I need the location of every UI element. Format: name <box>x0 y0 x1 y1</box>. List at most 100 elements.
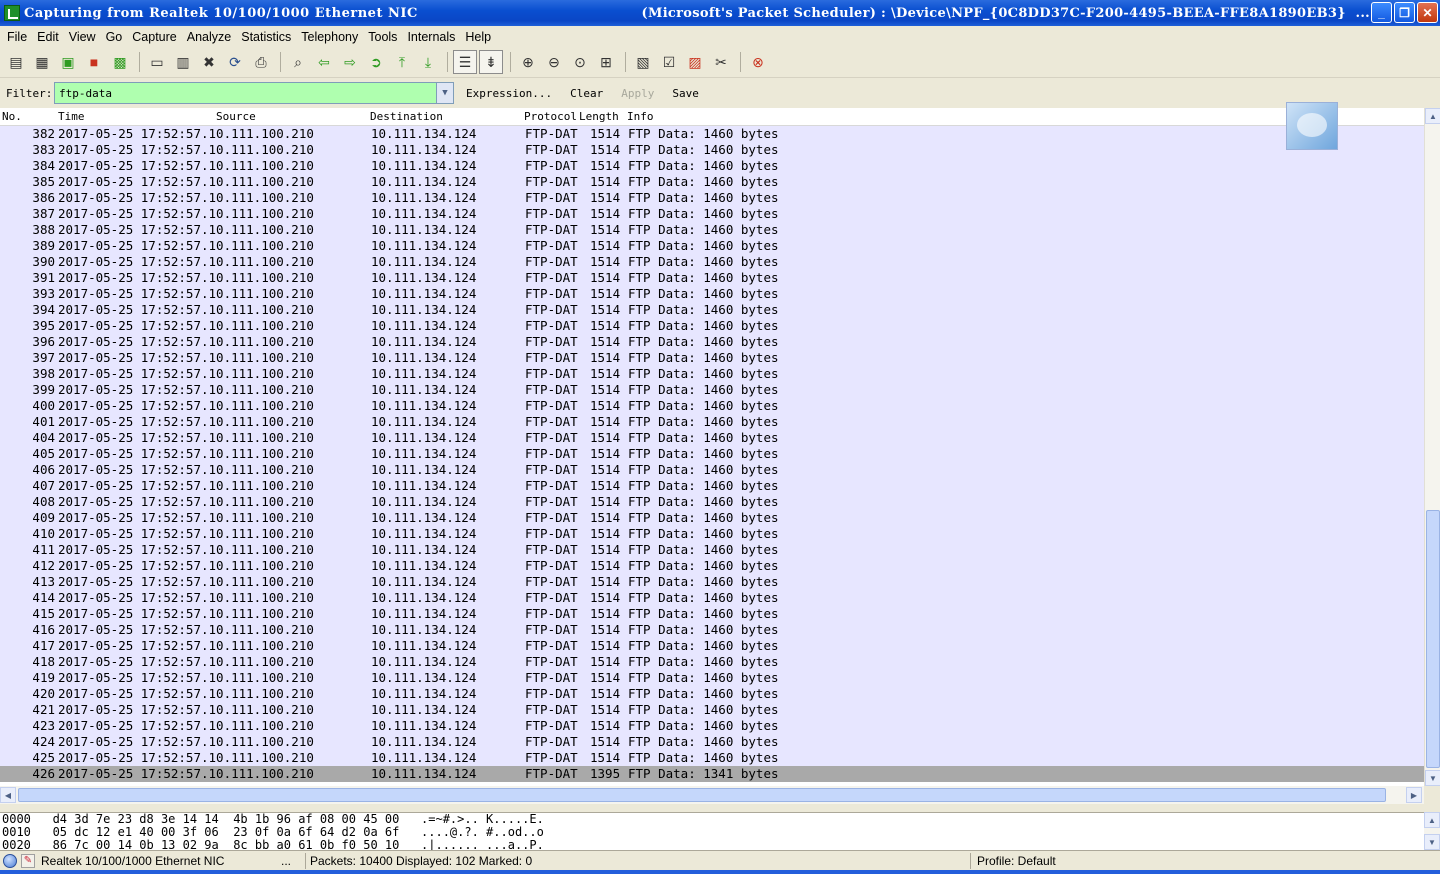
packet-row[interactable]: 406 2017-05-25 17:52:57.10.111.100.210 10.… <box>0 462 1424 478</box>
packet-row[interactable]: 385 2017-05-25 17:52:57.10.111.100.210 10.… <box>0 174 1424 190</box>
packet-row[interactable]: 390 2017-05-25 17:52:57.10.111.100.210 10.… <box>0 254 1424 270</box>
go-back-icon[interactable]: ⇦ <box>312 50 336 74</box>
colorize-icon[interactable]: ☰ <box>453 50 477 74</box>
packet-row[interactable]: 388 2017-05-25 17:52:57.10.111.100.210 10.… <box>0 222 1424 238</box>
packet-row[interactable]: 414 2017-05-25 17:52:57.10.111.100.210 10.… <box>0 590 1424 606</box>
menu-internals[interactable]: Internals <box>402 30 460 44</box>
packet-row[interactable]: 386 2017-05-25 17:52:57.10.111.100.210 10.… <box>0 190 1424 206</box>
packet-row[interactable]: 401 2017-05-25 17:52:57.10.111.100.210 10.… <box>0 414 1424 430</box>
packet-row[interactable]: 417 2017-05-25 17:52:57.10.111.100.210 10.… <box>0 638 1424 654</box>
packet-row[interactable]: 423 2017-05-25 17:52:57.10.111.100.210 10.… <box>0 718 1424 734</box>
column-header-destination[interactable]: Destination <box>370 110 524 123</box>
go-to-packet-icon[interactable]: ➲ <box>364 50 388 74</box>
packet-row[interactable]: 384 2017-05-25 17:52:57.10.111.100.210 10.… <box>0 158 1424 174</box>
packet-row[interactable]: 398 2017-05-25 17:52:57.10.111.100.210 10.… <box>0 366 1424 382</box>
minimize-button[interactable]: _ <box>1371 2 1392 23</box>
packet-row[interactable]: 405 2017-05-25 17:52:57.10.111.100.210 10.… <box>0 446 1424 462</box>
column-header-length[interactable]: Length <box>579 110 627 123</box>
packet-row[interactable]: 412 2017-05-25 17:52:57.10.111.100.210 10.… <box>0 558 1424 574</box>
zoom-in-icon[interactable]: ⊕ <box>516 50 540 74</box>
packet-row[interactable]: 416 2017-05-25 17:52:57.10.111.100.210 10.… <box>0 622 1424 638</box>
go-first-packet-icon[interactable]: ⤒ <box>390 50 414 74</box>
menu-go[interactable]: Go <box>101 30 128 44</box>
print-icon[interactable]: ⎙ <box>249 50 273 74</box>
packet-row[interactable]: 421 2017-05-25 17:52:57.10.111.100.210 10.… <box>0 702 1424 718</box>
display-filter-value[interactable]: ftp-data <box>59 87 112 100</box>
packet-row[interactable]: 400 2017-05-25 17:52:57.10.111.100.210 10.… <box>0 398 1424 414</box>
capture-filters-icon[interactable]: ▧ <box>631 50 655 74</box>
packet-row[interactable]: 396 2017-05-25 17:52:57.10.111.100.210 10.… <box>0 334 1424 350</box>
column-header-info[interactable]: Info <box>627 110 927 123</box>
coloring-rules-icon[interactable]: ▨ <box>683 50 707 74</box>
packet-row[interactable]: 426 2017-05-25 17:52:57.10.111.100.210 10.… <box>0 766 1424 782</box>
packet-row[interactable]: 382 2017-05-25 17:52:57.10.111.100.210 10.… <box>0 126 1424 142</box>
menu-capture[interactable]: Capture <box>127 30 181 44</box>
stop-capture-icon[interactable]: ■ <box>82 50 106 74</box>
packet-row[interactable]: 420 2017-05-25 17:52:57.10.111.100.210 10.… <box>0 686 1424 702</box>
packet-row[interactable]: 399 2017-05-25 17:52:57.10.111.100.210 10.… <box>0 382 1424 398</box>
scroll-left-arrow-icon[interactable]: ◀ <box>0 787 16 803</box>
find-packet-icon[interactable]: ⌕ <box>286 50 310 74</box>
reload-icon[interactable]: ⟳ <box>223 50 247 74</box>
help-icon[interactable]: ⊗ <box>746 50 770 74</box>
packet-row[interactable]: 383 2017-05-25 17:52:57.10.111.100.210 10.… <box>0 142 1424 158</box>
close-file-icon[interactable]: ✖ <box>197 50 221 74</box>
packet-row[interactable]: 418 2017-05-25 17:52:57.10.111.100.210 10.… <box>0 654 1424 670</box>
close-button[interactable]: ✕ <box>1417 2 1438 23</box>
scroll-down-arrow-icon[interactable]: ▼ <box>1425 770 1440 786</box>
packet-row[interactable]: 413 2017-05-25 17:52:57.10.111.100.210 10.… <box>0 574 1424 590</box>
scroll-up-arrow-icon[interactable]: ▲ <box>1424 812 1440 828</box>
packet-row[interactable]: 408 2017-05-25 17:52:57.10.111.100.210 10.… <box>0 494 1424 510</box>
packet-row[interactable]: 394 2017-05-25 17:52:57.10.111.100.210 10.… <box>0 302 1424 318</box>
menu-help[interactable]: Help <box>460 30 496 44</box>
status-profile[interactable]: Profile: Default <box>977 854 1056 868</box>
packet-row[interactable]: 391 2017-05-25 17:52:57.10.111.100.210 10.… <box>0 270 1424 286</box>
packet-row[interactable]: 404 2017-05-25 17:52:57.10.111.100.210 10.… <box>0 430 1424 446</box>
auto-scroll-icon[interactable]: ⇟ <box>479 50 503 74</box>
chevron-down-icon[interactable]: ▼ <box>436 83 453 103</box>
menu-analyze[interactable]: Analyze <box>182 30 236 44</box>
zoom-out-icon[interactable]: ⊖ <box>542 50 566 74</box>
column-header-time[interactable]: Time <box>58 110 216 123</box>
packet-row[interactable]: 410 2017-05-25 17:52:57.10.111.100.210 10.… <box>0 526 1424 542</box>
capture-comment-icon[interactable]: ✎ <box>21 853 35 868</box>
menu-file[interactable]: File <box>2 30 32 44</box>
horizontal-scroll-thumb[interactable] <box>18 788 1386 802</box>
packet-row[interactable]: 411 2017-05-25 17:52:57.10.111.100.210 10.… <box>0 542 1424 558</box>
clear-filter-button[interactable]: Clear <box>564 87 609 100</box>
interfaces-icon[interactable]: ▤ <box>4 50 28 74</box>
apply-filter-button[interactable]: Apply <box>615 87 660 100</box>
save-file-icon[interactable]: ▥ <box>171 50 195 74</box>
maximize-button[interactable]: ❐ <box>1394 2 1415 23</box>
packet-row[interactable]: 409 2017-05-25 17:52:57.10.111.100.210 10.… <box>0 510 1424 526</box>
packet-row[interactable]: 393 2017-05-25 17:52:57.10.111.100.210 10.… <box>0 286 1424 302</box>
go-last-packet-icon[interactable]: ⤓ <box>416 50 440 74</box>
expression-button[interactable]: Expression... <box>460 87 558 100</box>
menu-edit[interactable]: Edit <box>32 30 64 44</box>
display-filters-icon[interactable]: ☑ <box>657 50 681 74</box>
packet-row[interactable]: 424 2017-05-25 17:52:57.10.111.100.210 10.… <box>0 734 1424 750</box>
open-file-icon[interactable]: ▭ <box>145 50 169 74</box>
menu-statistics[interactable]: Statistics <box>236 30 296 44</box>
vertical-scroll-thumb[interactable] <box>1426 510 1440 768</box>
expert-info-icon[interactable] <box>3 853 17 868</box>
packet-row[interactable]: 425 2017-05-25 17:52:57.10.111.100.210 10.… <box>0 750 1424 766</box>
packet-row[interactable]: 397 2017-05-25 17:52:57.10.111.100.210 10.… <box>0 350 1424 366</box>
pane-splitter[interactable] <box>0 804 1440 812</box>
column-header-source[interactable]: Source <box>216 110 370 123</box>
packet-row[interactable]: 415 2017-05-25 17:52:57.10.111.100.210 10.… <box>0 606 1424 622</box>
packet-row[interactable]: 419 2017-05-25 17:52:57.10.111.100.210 10.… <box>0 670 1424 686</box>
menu-telephony[interactable]: Telephony <box>296 30 363 44</box>
packet-list-horizontal-scrollbar[interactable]: ◀ ▶ <box>0 786 1424 804</box>
menu-tools[interactable]: Tools <box>363 30 402 44</box>
capture-options-icon[interactable]: ▦ <box>30 50 54 74</box>
normal-size-icon[interactable]: ⊙ <box>568 50 592 74</box>
save-filter-button[interactable]: Save <box>666 87 705 100</box>
preferences-icon[interactable]: ✂ <box>709 50 733 74</box>
packet-row[interactable]: 407 2017-05-25 17:52:57.10.111.100.210 10.… <box>0 478 1424 494</box>
column-header-protocol[interactable]: Protocol <box>524 110 579 123</box>
packet-row[interactable]: 395 2017-05-25 17:52:57.10.111.100.210 10.… <box>0 318 1424 334</box>
restart-capture-icon[interactable]: ▩ <box>108 50 132 74</box>
packet-row[interactable]: 389 2017-05-25 17:52:57.10.111.100.210 10.… <box>0 238 1424 254</box>
resize-columns-icon[interactable]: ⊞ <box>594 50 618 74</box>
